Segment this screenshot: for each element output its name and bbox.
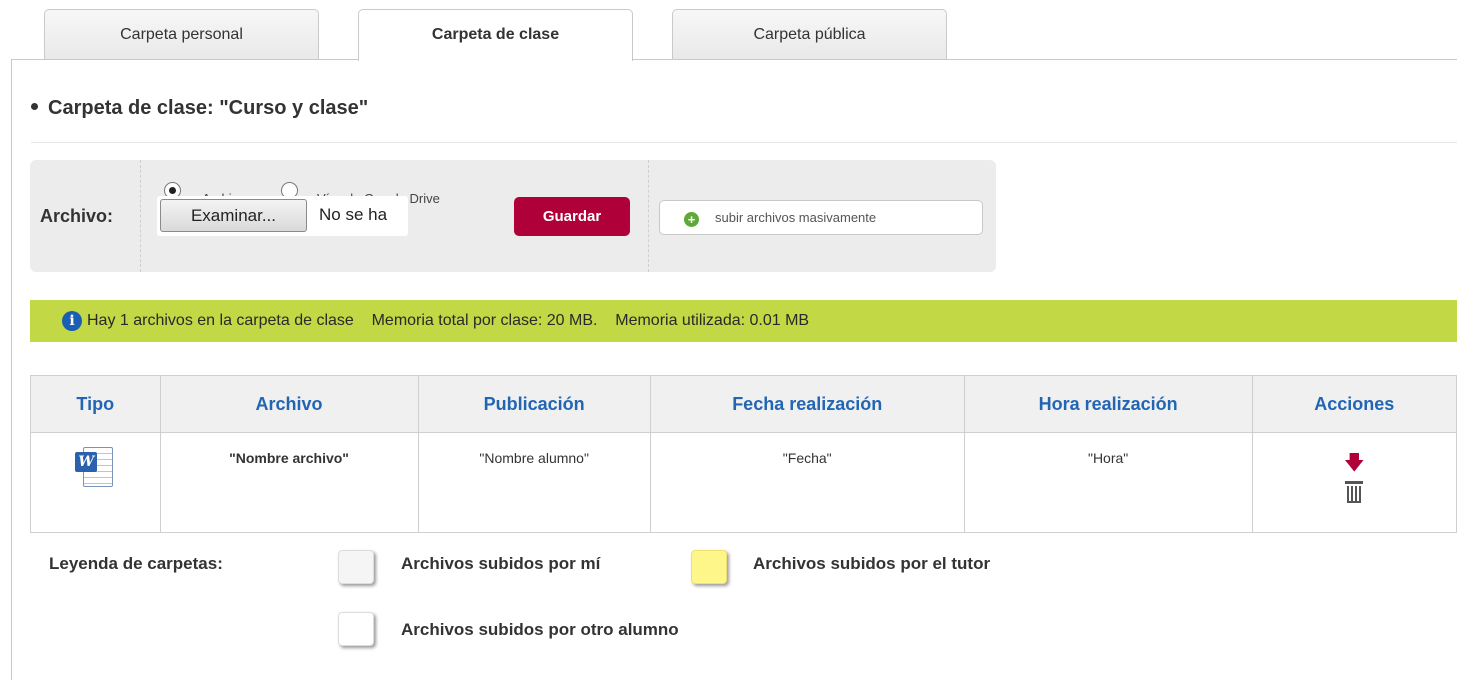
divider (648, 160, 649, 272)
legend-label-other-student: Archivos subidos por otro alumno (401, 620, 679, 639)
cell-date: "Fecha" (649, 432, 965, 533)
bulk-upload-button[interactable]: + subir archivos masivamente (659, 200, 983, 235)
col-header-hora: Hora realización (963, 375, 1253, 433)
cell-publication: "Nombre alumno" (417, 432, 651, 533)
plus-circle-icon: + (684, 212, 699, 227)
time-value: "Hora" (1087, 450, 1129, 466)
download-icon[interactable]: 🡇 (1253, 453, 1456, 473)
info-text: Hay 1 archivos en la carpeta de clase Me… (87, 312, 810, 329)
legend-title: Leyenda de carpetas: (49, 554, 223, 573)
divider (140, 160, 141, 272)
cell-type: W (30, 432, 161, 533)
legend-label-mine: Archivos subidos por mí (401, 554, 601, 573)
file-input[interactable]: Examinar... No se ha (157, 196, 408, 236)
tab-carpeta-publica[interactable]: Carpeta pública (672, 9, 947, 59)
bullet-icon (31, 103, 38, 111)
trash-lid (1345, 481, 1364, 484)
cell-file: "Nombre archivo" (159, 432, 419, 533)
upload-form: Archivo: Archivo Vínculo Google Drive Ex… (30, 160, 996, 272)
trash-body (1347, 486, 1362, 503)
file-status-text: No se ha (319, 205, 388, 224)
bulk-upload-label: subir archivos masivamente (715, 210, 877, 225)
row-actions: 🡇 (1253, 433, 1456, 506)
word-document-icon: W (75, 447, 115, 489)
student-name: "Nombre alumno" (479, 450, 589, 466)
info-bar: i Hay 1 archivos en la carpeta de clase … (30, 300, 1457, 342)
browse-button[interactable]: Examinar... (160, 199, 307, 232)
files-table: Tipo Archivo Publicación Fecha realizaci… (30, 375, 1457, 533)
col-header-tipo: Tipo (30, 375, 161, 433)
table-header-row: Tipo Archivo Publicación Fecha realizaci… (30, 375, 1457, 433)
page-title-text: Carpeta de clase: "Curso y clase" (48, 97, 369, 119)
col-header-acciones: Acciones (1251, 375, 1457, 433)
info-icon: i (62, 311, 82, 331)
upload-label: Archivo: (40, 206, 114, 226)
tab-carpeta-clase[interactable]: Carpeta de clase (358, 9, 633, 61)
cell-actions: 🡇 (1251, 432, 1457, 533)
legend-swatch-tutor (691, 550, 727, 584)
radio-selected-dot-icon (169, 187, 176, 194)
word-logo: W (75, 452, 98, 472)
page-title: Carpeta de clase: "Curso y clase" (31, 97, 368, 120)
cell-time: "Hora" (963, 432, 1253, 533)
file-name: "Nombre archivo" (229, 450, 349, 466)
legend-label-tutor: Archivos subidos por el tutor (753, 554, 991, 573)
tab-panel (11, 59, 1457, 680)
table-row: W "Nombre archivo" "Nombre alumno" "Fech… (30, 432, 1457, 533)
tab-carpeta-personal[interactable]: Carpeta personal (44, 9, 319, 59)
col-header-fecha: Fecha realización (649, 375, 965, 433)
col-header-archivo: Archivo (159, 375, 419, 433)
col-header-publicacion: Publicación (417, 375, 651, 433)
date-value: "Fecha" (782, 450, 832, 466)
legend-swatch-mine (338, 550, 374, 584)
trash-icon[interactable] (1345, 481, 1364, 503)
save-button[interactable]: Guardar (514, 197, 630, 236)
legend-swatch-other-student (338, 612, 374, 646)
divider (31, 142, 1457, 143)
